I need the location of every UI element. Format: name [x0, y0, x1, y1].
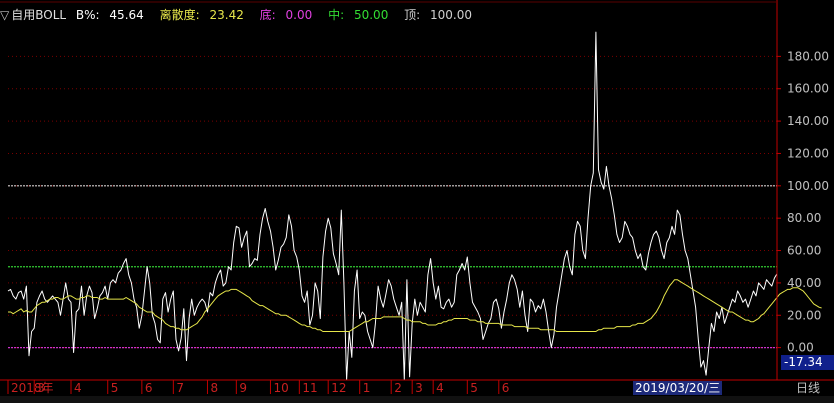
x-month-label: 8: [210, 381, 218, 395]
y-tick-label: 180.00: [787, 49, 829, 63]
indicator-menu-icon[interactable]: ▽: [0, 8, 9, 22]
period-selector[interactable]: 日线: [782, 381, 834, 396]
y-tick-label: 120.00: [787, 146, 829, 160]
indicator-legend: ▽ 自用BOLL B%: 45.64 离散度: 23.42 底: 0.00 中: …: [0, 7, 484, 23]
indicator-name[interactable]: 自用BOLL: [11, 8, 66, 22]
x-month-label: 11: [302, 381, 317, 395]
y-tick-label: 140.00: [787, 114, 829, 128]
x-month-label: 6: [502, 381, 510, 395]
y-tick-label: 160.00: [787, 82, 829, 96]
x-month-label: 10: [273, 381, 288, 395]
x-month-label: 2018年: [11, 381, 54, 395]
y-tick-label: 0.00: [787, 341, 814, 355]
y-tick-label: 20.00: [787, 308, 821, 322]
y-tick-label: 80.00: [787, 211, 821, 225]
x-month-label: 4: [436, 381, 444, 395]
series-b-percent: [7, 31, 778, 381]
low-readout: 底: 0.00: [259, 8, 313, 22]
x-month-label: 3: [37, 381, 45, 395]
x-month-label: 4: [74, 381, 82, 395]
cursor-value-tag: -17.34: [781, 355, 834, 370]
series-dispersion: [8, 279, 822, 332]
cursor-date-tag: 2019/03/20/三: [633, 381, 723, 395]
y-tick-label: 60.00: [787, 244, 821, 258]
x-month-label: 1: [363, 381, 371, 395]
dispersion-readout: 离散度: 23.42: [159, 8, 244, 22]
x-month-label: 3: [415, 381, 423, 395]
y-tick-label: 40.00: [787, 276, 821, 290]
top-readout: 顶: 100.00: [404, 8, 473, 22]
indicator-chart[interactable]: 2018年3 4 5 6 7 8 9 10 11 12 1 2 3 4 5 6 180.00160.00140…: [0, 0, 834, 403]
x-month-label: 7: [176, 381, 184, 395]
x-month-label: 2: [394, 381, 402, 395]
bottom-status-strip: [0, 396, 834, 403]
y-tick-label: 100.00: [787, 179, 829, 193]
x-month-label: 9: [239, 381, 247, 395]
x-month-label: 6: [145, 381, 153, 395]
mid-readout: 中: 50.00: [328, 8, 389, 22]
x-month-label: 5: [470, 381, 478, 395]
indicator-window[interactable]: 2018年 3 4 5 6 7 8 9 10 11 12 1 2 3 4 5 6 180.00 160.00 140…: [0, 0, 834, 403]
x-month-label: 12: [331, 381, 346, 395]
b-percent-readout: B%: 45.64: [75, 8, 144, 22]
x-month-label: 5: [111, 381, 119, 395]
